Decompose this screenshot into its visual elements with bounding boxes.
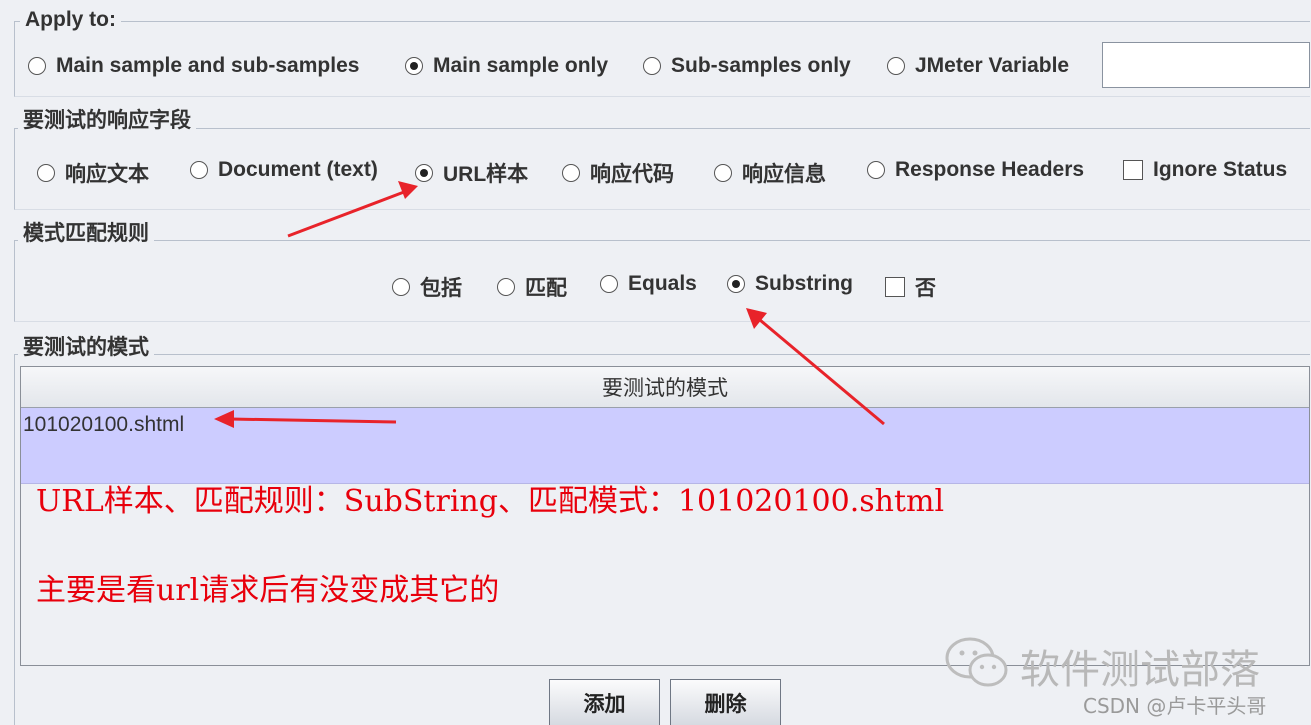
radio-response-message[interactable]: 响应信息 bbox=[714, 158, 826, 188]
radio-matches[interactable]: 匹配 bbox=[497, 272, 567, 302]
radio-label: Sub-samples only bbox=[671, 54, 851, 77]
radio-label: 响应信息 bbox=[742, 163, 826, 186]
radio-indicator bbox=[497, 278, 515, 296]
checkbox-label: Ignore Status bbox=[1153, 158, 1288, 181]
radio-indicator-selected bbox=[405, 57, 423, 75]
pattern-rules-legend: 模式匹配规则 bbox=[18, 217, 154, 247]
radio-label: 响应文本 bbox=[65, 163, 149, 186]
table-row[interactable]: 101020100.shtml bbox=[21, 408, 1309, 484]
radio-label: URL样本 bbox=[443, 163, 529, 186]
jmeter-variable-input[interactable] bbox=[1102, 42, 1310, 88]
pattern-cell[interactable]: 101020100.shtml bbox=[21, 408, 1309, 437]
response-field-legend: 要测试的响应字段 bbox=[18, 104, 196, 134]
ignore-status-checkbox[interactable]: Ignore Status bbox=[1123, 158, 1287, 182]
radio-label: 响应代码 bbox=[590, 163, 674, 186]
radio-indicator bbox=[190, 161, 208, 179]
radio-indicator bbox=[643, 57, 661, 75]
radio-document-text[interactable]: Document (text) bbox=[190, 158, 378, 182]
radio-indicator-selected bbox=[415, 164, 433, 182]
radio-label: Substring bbox=[755, 272, 853, 295]
watermark-brand: 软件测试部落 bbox=[1020, 647, 1260, 693]
radio-indicator bbox=[28, 57, 46, 75]
not-checkbox[interactable]: 否 bbox=[885, 272, 936, 302]
radio-main-and-sub-samples[interactable]: Main sample and sub-samples bbox=[28, 54, 359, 78]
radio-label: 匹配 bbox=[525, 277, 567, 300]
radio-label: Main sample only bbox=[433, 54, 609, 77]
add-button[interactable]: 添加 bbox=[549, 679, 660, 725]
table-column-header[interactable]: 要测试的模式 bbox=[21, 367, 1309, 408]
radio-indicator bbox=[714, 164, 732, 182]
radio-label: Response Headers bbox=[895, 158, 1085, 181]
delete-button[interactable]: 删除 bbox=[670, 679, 781, 725]
watermark-credit: CSDN @卢卡平头哥 bbox=[1083, 694, 1267, 718]
radio-substring[interactable]: Substring bbox=[727, 272, 853, 296]
radio-equals[interactable]: Equals bbox=[600, 272, 697, 296]
radio-contains[interactable]: 包括 bbox=[392, 272, 462, 302]
checkbox-label: 否 bbox=[915, 277, 936, 300]
annotation-line-2: 主要是看url请求后有没变成其它的 bbox=[36, 573, 500, 608]
radio-indicator-selected bbox=[727, 275, 745, 293]
radio-sub-samples-only[interactable]: Sub-samples only bbox=[643, 54, 851, 78]
checkbox-box bbox=[885, 277, 905, 297]
radio-indicator bbox=[562, 164, 580, 182]
radio-label: Main sample and sub-samples bbox=[56, 54, 360, 77]
radio-url-sample[interactable]: URL样本 bbox=[415, 158, 528, 188]
radio-indicator bbox=[867, 161, 885, 179]
wechat-icon bbox=[944, 634, 1010, 692]
radio-label: Equals bbox=[628, 272, 697, 295]
radio-label: 包括 bbox=[420, 277, 462, 300]
radio-indicator bbox=[600, 275, 618, 293]
radio-indicator bbox=[37, 164, 55, 182]
patterns-legend: 要测试的模式 bbox=[18, 331, 154, 361]
apply-to-legend: Apply to: bbox=[20, 8, 121, 32]
radio-main-sample-only[interactable]: Main sample only bbox=[405, 54, 608, 78]
radio-label: Document (text) bbox=[218, 158, 378, 181]
radio-response-code[interactable]: 响应代码 bbox=[562, 158, 674, 188]
radio-indicator bbox=[887, 57, 905, 75]
radio-response-text[interactable]: 响应文本 bbox=[37, 158, 149, 188]
annotation-line-1: URL样本、匹配规则：SubString、匹配模式：101020100.shtm… bbox=[36, 484, 945, 519]
radio-indicator bbox=[392, 278, 410, 296]
radio-label: JMeter Variable bbox=[915, 54, 1070, 77]
radio-response-headers[interactable]: Response Headers bbox=[867, 158, 1084, 182]
checkbox-box bbox=[1123, 160, 1143, 180]
radio-jmeter-variable[interactable]: JMeter Variable bbox=[887, 54, 1069, 78]
